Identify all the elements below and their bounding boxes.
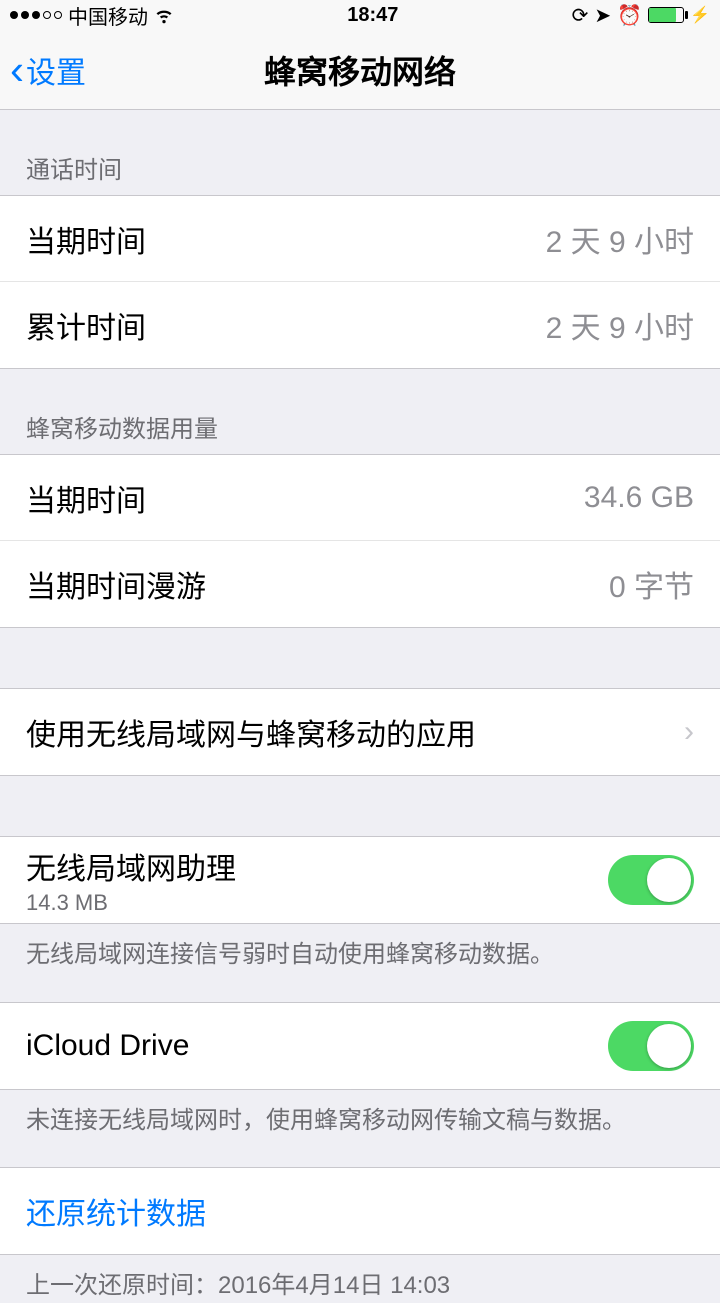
cell-label: 使用无线局域网与蜂窝移动的应用	[26, 710, 476, 754]
cell-apps-using-wlan-cellular[interactable]: 使用无线局域网与蜂窝移动的应用 ›	[0, 689, 720, 775]
cell-wlan-assist[interactable]: 无线局域网助理 14.3 MB	[0, 837, 720, 923]
footer-last-reset: 上一次还原时间：2016年4月14日 14:03	[0, 1255, 720, 1303]
cell-label: 当期时间漫游	[26, 562, 206, 606]
battery-icon	[648, 7, 684, 23]
cell-label: 当期时间	[26, 217, 146, 261]
cell-subtitle: 14.3 MB	[26, 890, 236, 916]
chevron-right-icon: ›	[684, 715, 694, 749]
charging-icon: ⚡	[690, 5, 710, 25]
cell-label: 累计时间	[26, 303, 146, 347]
page-title: 蜂窝移动网络	[0, 47, 720, 93]
cell-value: 2 天 9 小时	[546, 217, 694, 261]
cell-icloud-drive[interactable]: iCloud Drive	[0, 1003, 720, 1089]
footer-wlan-assist: 无线局域网连接信号弱时自动使用蜂窝移动数据。	[0, 924, 720, 972]
cell-current-period-data[interactable]: 当期时间 34.6 GB	[0, 455, 720, 541]
cell-current-period-calltime[interactable]: 当期时间 2 天 9 小时	[0, 196, 720, 282]
cell-label: 当期时间	[26, 476, 146, 520]
cell-value: 2 天 9 小时	[546, 303, 694, 347]
cell-value: 0 字节	[609, 562, 694, 606]
cell-current-period-roaming[interactable]: 当期时间漫游 0 字节	[0, 541, 720, 627]
signal-strength-icon	[10, 11, 62, 19]
cell-value: 34.6 GB	[584, 481, 694, 515]
footer-icloud-drive: 未连接无线局域网时，使用蜂窝移动网传输文稿与数据。	[0, 1090, 720, 1138]
reset-statistics-label: 还原统计数据	[26, 1189, 206, 1233]
location-icon: ➤	[594, 3, 611, 28]
toggle-wlan-assist[interactable]	[608, 855, 694, 905]
cell-label: 无线局域网助理	[26, 844, 236, 888]
status-bar: 中国移动 18:47 ⟳ ➤ ⏰ ⚡	[0, 0, 720, 30]
section-header-datausage: 蜂窝移动数据用量	[0, 369, 720, 454]
cell-label: iCloud Drive	[26, 1029, 189, 1063]
status-time: 18:47	[347, 4, 398, 27]
orientation-lock-icon: ⟳	[572, 3, 589, 28]
section-header-calltime: 通话时间	[0, 110, 720, 195]
toggle-icloud-drive[interactable]	[608, 1021, 694, 1071]
carrier-label: 中国移动	[68, 1, 148, 30]
back-button[interactable]: ‹ 设置	[0, 48, 86, 92]
wifi-icon	[154, 5, 174, 25]
nav-bar: ‹ 设置 蜂窝移动网络	[0, 30, 720, 110]
cell-reset-statistics[interactable]: 还原统计数据	[0, 1168, 720, 1254]
chevron-left-icon: ‹	[10, 49, 24, 91]
back-label: 设置	[26, 48, 86, 92]
alarm-icon: ⏰	[617, 3, 642, 28]
cell-lifetime-calltime[interactable]: 累计时间 2 天 9 小时	[0, 282, 720, 368]
